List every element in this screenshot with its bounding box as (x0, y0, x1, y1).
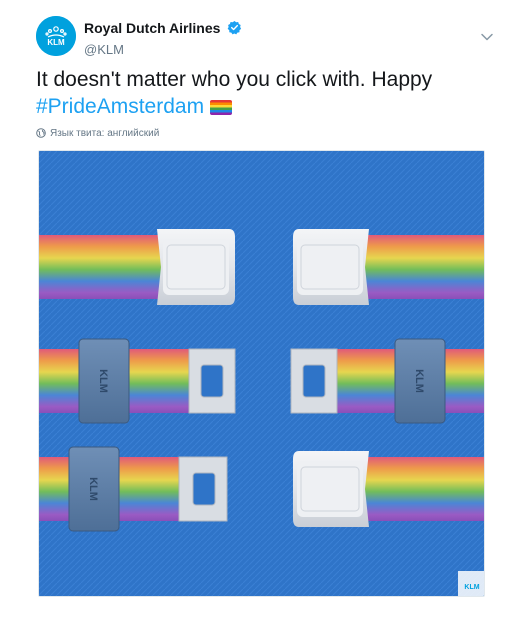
belt-row3-left: KLM (39, 446, 228, 532)
avatar-logo-text: KLM (47, 38, 65, 47)
rainbow-flag-emoji (210, 100, 233, 115)
tweet-card: KLM Royal Dutch Airlines @KLM It doesn't (0, 0, 526, 619)
tweet-photo[interactable]: KLM KLM KLM KLM (38, 150, 485, 597)
tweet-language-note: Язык твита: английский (36, 128, 159, 141)
author-names: Royal Dutch Airlines @KLM (84, 20, 242, 57)
photo-watermark-text: KLM (464, 584, 479, 591)
language-note-text: Язык твита: английский (50, 128, 160, 139)
author-display-name[interactable]: Royal Dutch Airlines (84, 20, 220, 36)
tweet-text: It doesn't matter who you click with. Ha… (36, 66, 496, 120)
author-name-row[interactable]: Royal Dutch Airlines (84, 20, 242, 38)
klm-logo-icon: KLM (36, 16, 76, 56)
belt-row2-left: KLM (39, 338, 236, 424)
avatar[interactable]: KLM (36, 16, 76, 56)
tweet-text-main: It doesn't matter who you click with. Ha… (36, 68, 433, 91)
belt-row2-right: KLM (290, 338, 484, 424)
author-handle[interactable]: @KLM (84, 42, 242, 57)
seatbelts-image: KLM KLM KLM KLM (39, 151, 484, 596)
belt-row1-left (39, 229, 235, 305)
buckle-label-row2-right: KLM (413, 369, 425, 393)
globe-icon (36, 128, 46, 141)
klm-watermark-icon: KLM (458, 571, 484, 596)
hashtag-link[interactable]: #PrideAmsterdam (36, 95, 204, 118)
belt-row3-right (293, 451, 484, 527)
chevron-down-icon[interactable] (480, 30, 494, 44)
belt-row1-right (293, 229, 484, 305)
buckle-label-row2-left: KLM (97, 369, 109, 393)
buckle-label-row3-left: KLM (87, 477, 99, 501)
verified-badge-icon (227, 20, 242, 38)
tweet-header: KLM Royal Dutch Airlines @KLM (36, 14, 496, 58)
